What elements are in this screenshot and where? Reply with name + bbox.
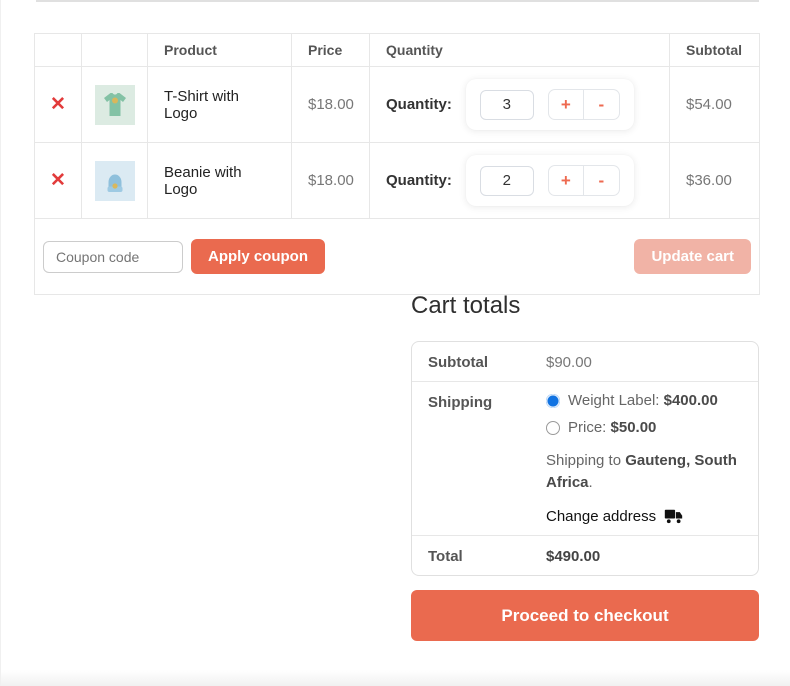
remove-item-icon[interactable]: ✕: [50, 95, 66, 114]
line-subtotal: $36.00: [669, 142, 760, 219]
remove-cell: ✕: [34, 142, 82, 219]
radio-unselected-icon[interactable]: [546, 420, 560, 435]
quantity-decrease-button[interactable]: -: [583, 165, 620, 196]
shipping-option-amount: $50.00: [610, 419, 657, 436]
subtotal-value: $90.00: [546, 354, 592, 371]
shipping-option-price[interactable]: Price: $50.00: [546, 419, 742, 436]
shipping-option-weight-label[interactable]: Weight Label: $400.00: [546, 392, 742, 409]
thumbnail-cell: [81, 142, 148, 219]
quantity-label: Quantity:: [386, 172, 452, 189]
update-cart-button[interactable]: Update cart: [634, 239, 751, 274]
cart-page: Product Price Quantity Subtotal ✕ T-Shir…: [0, 0, 790, 686]
truck-icon: [664, 509, 683, 524]
shipping-label: Shipping: [428, 394, 493, 411]
cart-table: Product Price Quantity Subtotal ✕ T-Shir…: [34, 33, 760, 295]
product-price: $18.00: [291, 142, 370, 219]
shipping-row: Shipping Weight Label: $400.00 Price: $5…: [412, 382, 758, 536]
quantity-decrease-button[interactable]: -: [583, 89, 620, 120]
remove-cell: ✕: [34, 66, 82, 143]
shipping-option-amount: $400.00: [663, 392, 718, 409]
beanie-thumbnail[interactable]: [94, 160, 135, 201]
total-row: Total $490.00: [412, 536, 758, 575]
cart-header-row: Product Price Quantity Subtotal: [34, 33, 760, 67]
bottom-fade: [1, 670, 790, 686]
header-product: Product: [147, 33, 292, 67]
quantity-label: Quantity:: [386, 96, 452, 113]
quantity-widget: + -: [465, 155, 634, 206]
remove-item-icon[interactable]: ✕: [50, 171, 66, 190]
tshirt-thumbnail[interactable]: [94, 84, 135, 125]
product-name[interactable]: T-Shirt with Logo: [147, 66, 292, 143]
line-subtotal: $54.00: [669, 66, 760, 143]
top-divider: [36, 0, 759, 2]
cart-totals-box: Subtotal $90.00 Shipping Weight Label: $…: [411, 341, 759, 576]
total-label: Total: [428, 548, 463, 565]
quantity-input[interactable]: [479, 165, 534, 196]
radio-selected-icon[interactable]: [546, 393, 560, 408]
change-address-label: Change address: [546, 508, 657, 525]
coupon-code-input[interactable]: [43, 240, 183, 273]
coupon-actions-row: Apply coupon Update cart: [34, 218, 760, 295]
header-price: Price: [291, 33, 370, 67]
quantity-input[interactable]: [479, 89, 534, 120]
header-thumbnail: [81, 33, 148, 67]
quantity-increase-button[interactable]: +: [547, 165, 584, 196]
total-value: $490.00: [546, 548, 601, 565]
shipping-destination: Shipping to Gauteng, South Africa.: [546, 452, 737, 491]
shipping-option-text: Weight Label: $400.00: [568, 392, 718, 409]
quantity-widget: + -: [465, 79, 634, 130]
product-name[interactable]: Beanie with Logo: [147, 142, 292, 219]
cart-row-beanie: ✕ Beanie with Logo $18.00 Quantity: 2 + …: [34, 142, 760, 219]
change-address-link[interactable]: Change address: [546, 508, 742, 525]
header-subtotal: Subtotal: [669, 33, 760, 67]
subtotal-row: Subtotal $90.00: [412, 342, 758, 382]
apply-coupon-button[interactable]: Apply coupon: [191, 239, 325, 274]
cart-totals-title: Cart totals: [411, 292, 521, 319]
subtotal-label: Subtotal: [428, 354, 488, 371]
quantity-cell: Quantity: + -: [369, 66, 670, 143]
thumbnail-cell: [81, 66, 148, 143]
quantity-increase-button[interactable]: +: [547, 89, 584, 120]
cart-row-tshirt: ✕ T-Shirt with Logo $18.00 Quantity: 3 +…: [34, 66, 760, 143]
shipping-option-text: Price: $50.00: [568, 419, 657, 436]
header-quantity: Quantity: [369, 33, 670, 67]
header-remove: [34, 33, 82, 67]
proceed-to-checkout-button[interactable]: Proceed to checkout: [411, 590, 759, 641]
quantity-cell: Quantity: + -: [369, 142, 670, 219]
product-price: $18.00: [291, 66, 370, 143]
